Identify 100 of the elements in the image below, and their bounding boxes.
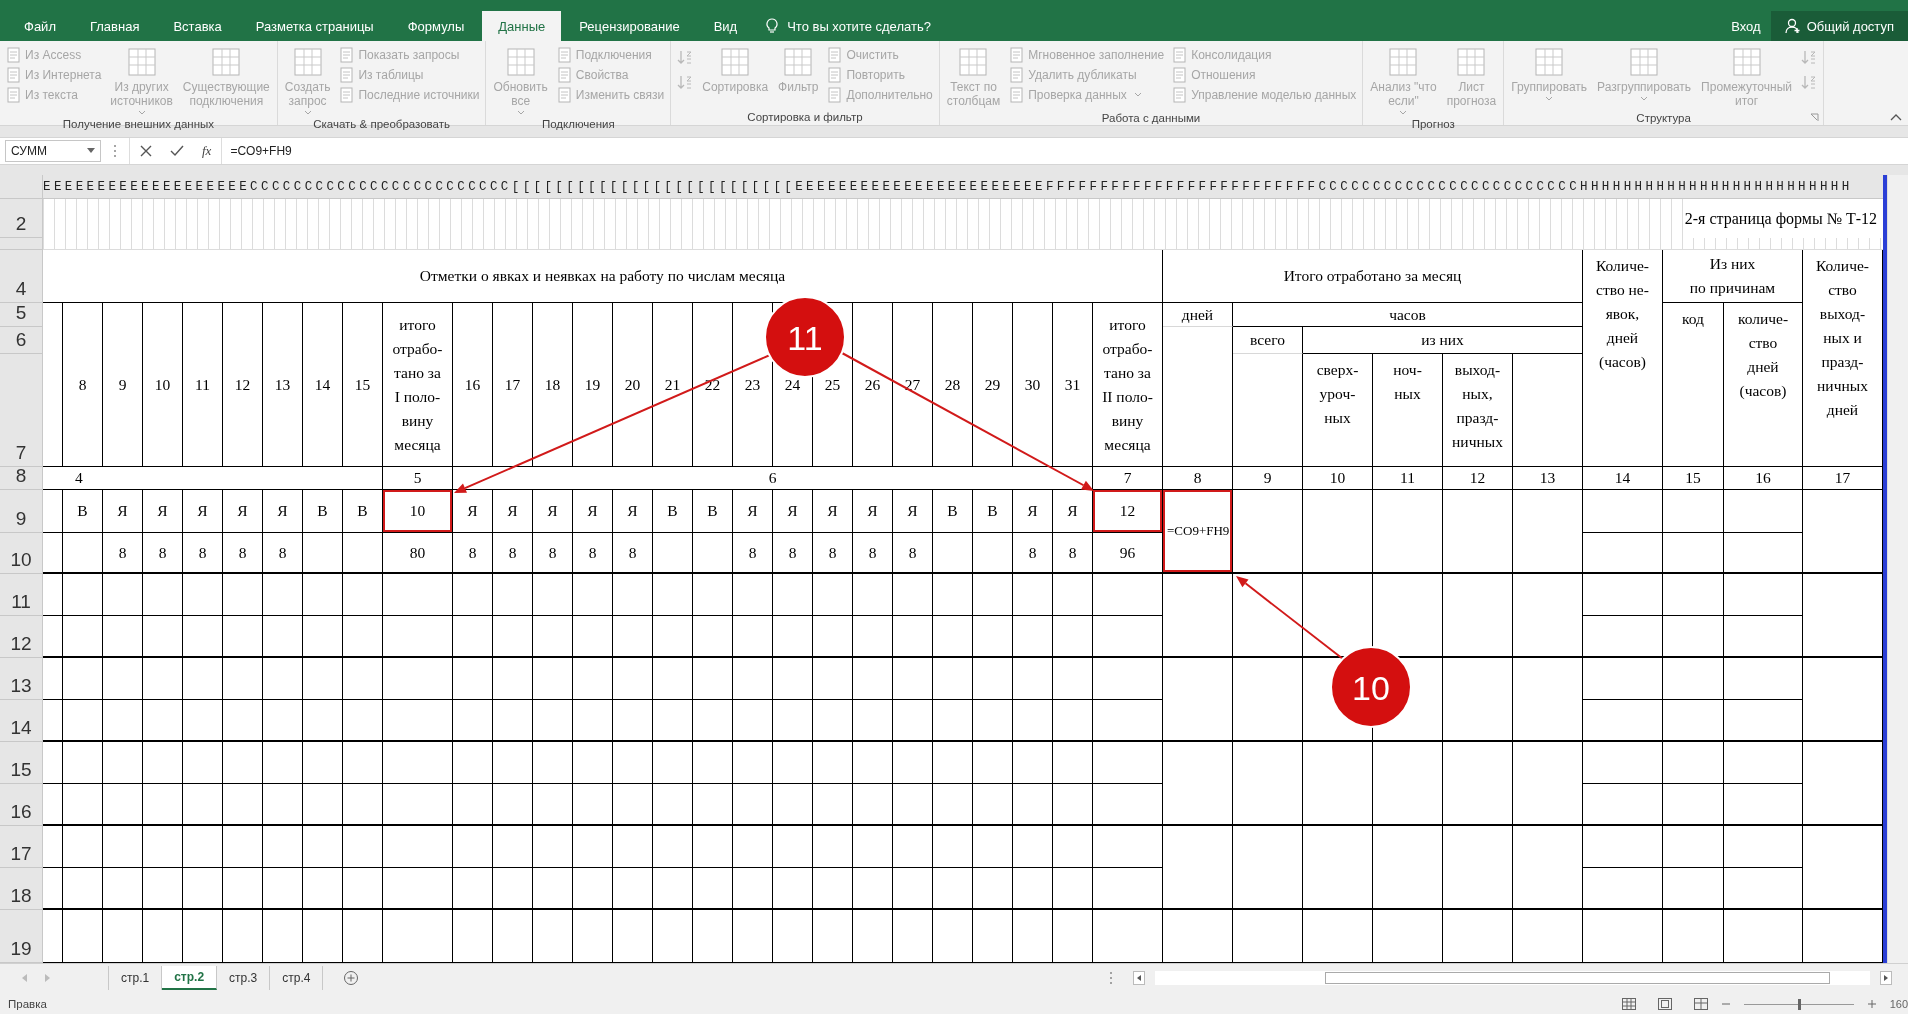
table-cell [853, 826, 893, 868]
dialog-launcher-icon[interactable] [1810, 113, 1819, 122]
sheet-tab[interactable]: стр.4 [270, 966, 324, 990]
table-cell: 8 [453, 533, 493, 574]
table-cell [893, 868, 933, 910]
table-cell [813, 826, 853, 868]
table-cell [303, 700, 343, 742]
table-cell [653, 658, 693, 700]
table-cell [343, 574, 383, 616]
row-header[interactable]: 12 [0, 616, 43, 658]
row-header[interactable]: 8 [0, 467, 43, 490]
ribbon-tab[interactable]: Вставка [157, 11, 238, 41]
table-cell [103, 616, 143, 658]
table-cell [653, 784, 693, 826]
scrollbar-thumb[interactable] [1325, 972, 1830, 984]
table-cell [933, 658, 973, 700]
table-cell [103, 784, 143, 826]
table-cell [773, 658, 813, 700]
row-header[interactable]: 7 [0, 354, 43, 467]
table-cell [1093, 742, 1163, 784]
table-cell: 8 [893, 533, 933, 574]
table-cell [933, 910, 973, 963]
table-cell [343, 826, 383, 868]
zoom-level[interactable]: 160 [1889, 998, 1908, 1010]
slider-thumb[interactable] [1797, 998, 1801, 1010]
cancel-icon[interactable] [140, 144, 152, 157]
ribbon-tab[interactable]: Файл [8, 11, 72, 41]
row-header[interactable]: 13 [0, 658, 43, 700]
row-header[interactable]: 5 [0, 303, 43, 327]
column-number: 15 [1663, 467, 1724, 490]
table-cell [63, 784, 103, 826]
caret-icon [1399, 110, 1408, 116]
row-header[interactable]: 11 [0, 574, 43, 616]
select-all-button[interactable] [0, 175, 43, 199]
row-header[interactable]: 16 [0, 784, 43, 826]
table-cell [1663, 490, 1724, 533]
scroll-left-icon[interactable] [1133, 971, 1145, 985]
row-header[interactable]: 10 [0, 533, 43, 574]
scroll-right-icon[interactable] [1880, 971, 1892, 985]
ribbon-tab[interactable]: Главная [73, 11, 156, 41]
share-button[interactable]: Общий доступ [1770, 11, 1908, 41]
formula-field[interactable]: =CO9+FH9 [222, 143, 292, 158]
table-cell [63, 616, 103, 658]
column-header: код [1663, 303, 1724, 467]
table-icon [504, 46, 537, 78]
row-header[interactable]: 17 [0, 826, 43, 868]
table-icon [1387, 46, 1420, 78]
table-cell [733, 742, 773, 784]
ribbon-tab[interactable]: Вид [697, 11, 754, 41]
table-cell [343, 616, 383, 658]
table-cell [383, 910, 453, 963]
page-layout-icon[interactable] [1657, 998, 1672, 1010]
table-cell [693, 784, 733, 826]
table-cell [573, 574, 613, 616]
row-header[interactable] [0, 238, 43, 250]
zoom-out-icon[interactable] [1721, 1000, 1730, 1008]
sheet-tab[interactable]: стр.2 [162, 966, 218, 990]
tell-me-field[interactable]: Что вы хотите сделать? [785, 17, 990, 35]
ribbon-tab[interactable]: Данные [482, 11, 562, 41]
collapse-ribbon-icon[interactable] [1890, 113, 1902, 121]
table-cell [1093, 868, 1163, 910]
table-cell [533, 616, 573, 658]
sign-in-link[interactable]: Вход [1731, 18, 1761, 34]
name-box[interactable]: СУММ [5, 139, 101, 162]
table-cell [303, 784, 343, 826]
table-cell [893, 700, 933, 742]
ribbon-tab[interactable]: Рецензирование [563, 11, 696, 41]
row-header[interactable]: 6 [0, 327, 43, 354]
insert-function-button[interactable]: fx [202, 142, 212, 159]
table-cell [103, 910, 143, 963]
document-icon [6, 66, 21, 83]
row-header[interactable]: 4 [0, 250, 43, 303]
zoom-in-icon[interactable] [1867, 1000, 1876, 1008]
normal-view-icon[interactable] [1621, 998, 1636, 1010]
row-header[interactable]: 14 [0, 700, 43, 742]
ribbon-tab[interactable]: Разметка страницы [239, 11, 390, 41]
sheet-tab[interactable]: стр.3 [217, 966, 271, 990]
table-cell [1093, 910, 1163, 963]
row-header[interactable]: 15 [0, 742, 43, 784]
checkmark-icon[interactable] [170, 144, 184, 157]
table-cell [493, 658, 533, 700]
table-cell [533, 868, 573, 910]
row-header[interactable]: 2 [0, 199, 43, 238]
table-cell [1093, 616, 1163, 658]
page-break-icon[interactable] [1693, 998, 1708, 1010]
column-header: 16 [453, 303, 493, 467]
table-cell: В [343, 490, 383, 533]
column-number: 12 [1443, 467, 1513, 490]
table-cell [893, 742, 933, 784]
add-sheet-icon[interactable] [343, 970, 360, 986]
table-cell [383, 784, 453, 826]
row-header[interactable]: 18 [0, 868, 43, 910]
ribbon-tab[interactable]: Формулы [391, 11, 481, 41]
row-header[interactable]: 19 [0, 910, 43, 963]
horizontal-scrollbar[interactable] [1155, 971, 1870, 985]
column-header-strip: EEEEEEEEEEEEEEEEEEECCCCCCCCCCCCCCCCCCCCCCCC[[[[[[[[[[[[[[[[[[[[[[[[[[EEEEEEEEEEEEEEEEEEEEEEEFFFFFFFFFFFFFFFFFFFFFFFFFCCCCCCCCCCCCCCCCCCCCCCCCHHHHHHHHHHHHHHHHHHHHHHHHH [43, 175, 1883, 199]
row-header[interactable]: 9 [0, 490, 43, 533]
table-cell [973, 910, 1013, 963]
vertical-scrollbar[interactable] [1887, 175, 1908, 963]
table-cell [143, 784, 183, 826]
